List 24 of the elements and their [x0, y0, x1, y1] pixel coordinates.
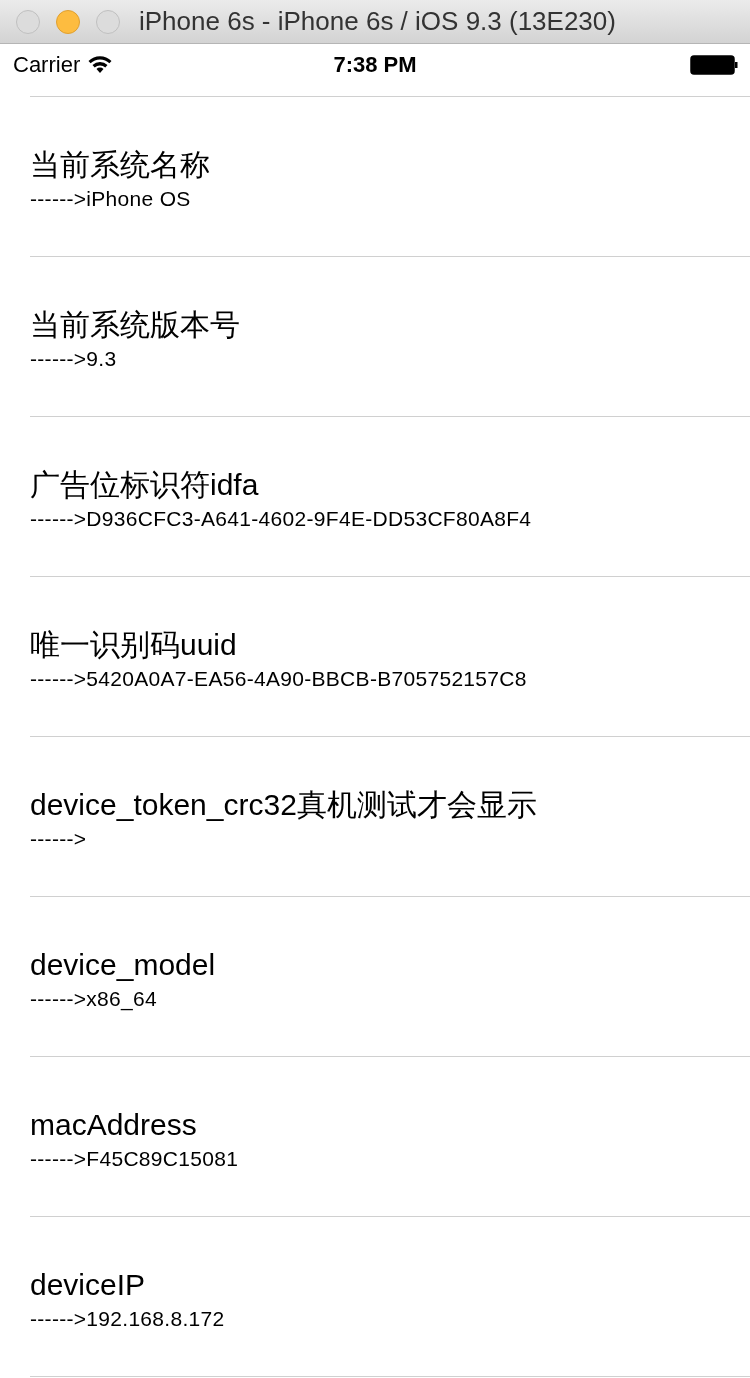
row-title: device_token_crc32真机测试才会显示 — [30, 787, 538, 823]
row-value: ------>F45C89C15081 — [30, 1147, 240, 1171]
row-title: 当前系统版本号 — [30, 307, 241, 343]
row-value: ------>5420A0A7-EA56-4A90-BBCB-B705752157C8 — [30, 667, 528, 691]
close-button[interactable] — [16, 9, 40, 34]
row-title: deviceIP — [30, 1267, 147, 1303]
row-title: device_model — [30, 947, 217, 983]
window-title: iPhone 6s - iPhone 6s / iOS 9.3 (13E230) — [139, 6, 616, 37]
row-value: ------>192.168.8.172 — [30, 1307, 226, 1331]
row-title: 唯一识别码uuid — [30, 627, 238, 663]
minimize-button[interactable] — [56, 9, 80, 34]
row-value: ------>x86_64 — [30, 987, 159, 1011]
row-title: 广告位标识符idfa — [30, 467, 260, 503]
row-value: ------>9.3 — [30, 347, 118, 371]
row-title: 当前系统名称 — [30, 147, 211, 183]
zoom-button[interactable] — [96, 9, 120, 34]
row-value: ------> — [30, 827, 88, 851]
carrier-label: Carrier — [13, 51, 81, 78]
wifi-icon — [88, 54, 113, 75]
battery-icon — [690, 54, 738, 75]
row-value: ------>iPhone OS — [30, 187, 192, 211]
status-time: 7:38 PM — [333, 51, 417, 78]
row-title: macAddress — [30, 1107, 198, 1143]
row-value: ------>D936CFC3-A641-4602-9F4E-DD53CF80A8F4 — [30, 507, 533, 531]
